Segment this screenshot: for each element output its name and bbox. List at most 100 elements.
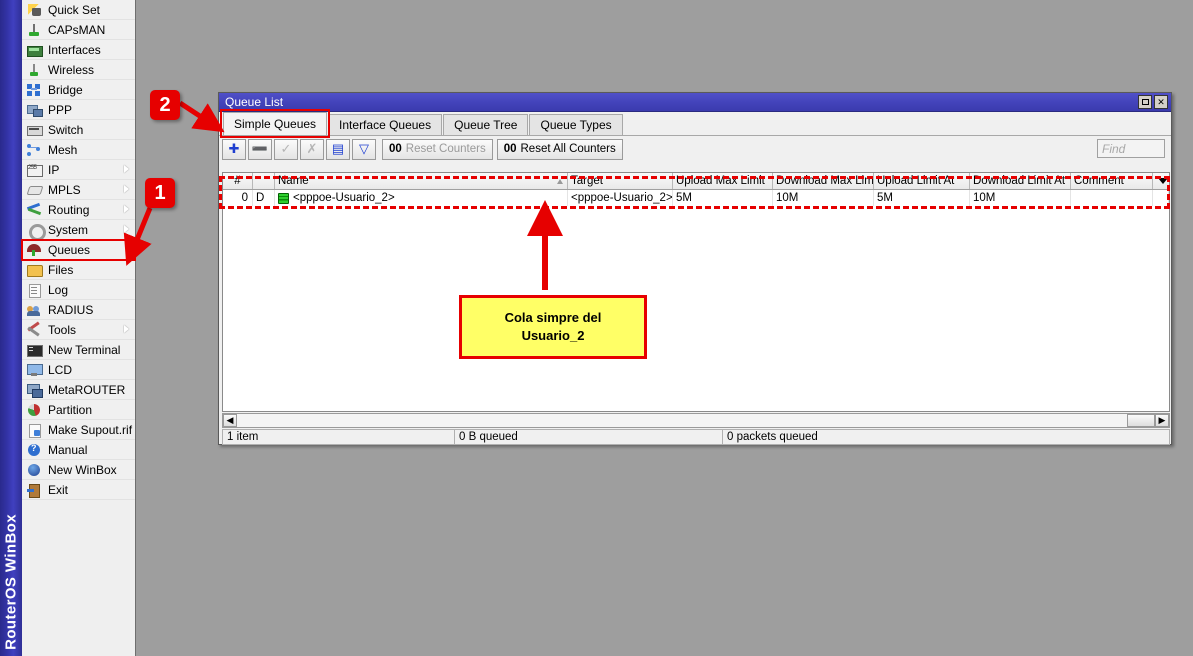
column-chooser-button[interactable] — [1153, 173, 1169, 189]
tab-label: Queue Types — [540, 118, 611, 132]
reset-all-counters-button[interactable]: 00 Reset All Counters — [497, 139, 623, 160]
column-header-flags[interactable] — [253, 173, 275, 189]
window-controls: ✕ — [1138, 95, 1168, 109]
sidebar-item-queues[interactable]: Queues — [22, 240, 135, 260]
chevron-right-icon — [124, 165, 129, 173]
column-header-label: Target — [571, 175, 603, 187]
scroll-right-icon[interactable]: ▶ — [1155, 414, 1169, 427]
remove-icon: ➖ — [252, 141, 268, 157]
comment-icon: ▤ — [332, 141, 344, 157]
queue-table-body: 0D<pppoe-Usuario_2><pppoe-Usuario_2>5M10… — [223, 190, 1169, 206]
tab-simple-queues[interactable]: Simple Queues — [223, 112, 327, 135]
column-header-upload-limit-at[interactable]: Upload Limit At — [874, 173, 970, 189]
column-header-[interactable]: # — [223, 173, 253, 189]
cell-filler — [1153, 190, 1169, 206]
find-input[interactable]: Find — [1097, 139, 1165, 158]
sidebar-item-capsman[interactable]: CAPsMAN — [22, 20, 135, 40]
sidebar-item-lcd[interactable]: LCD — [22, 360, 135, 380]
column-header-download-max-limit[interactable]: Download Max Limit — [773, 173, 874, 189]
filter-button[interactable]: ▽ — [352, 139, 376, 160]
sidebar-item-label: RADIUS — [48, 303, 93, 316]
comment-button[interactable]: ▤ — [326, 139, 350, 160]
queue-list-window: Queue List ✕ Simple QueuesInterface Queu… — [218, 92, 1172, 445]
queue-list-title-bar[interactable]: Queue List ✕ — [219, 93, 1171, 112]
sidebar-item-radius[interactable]: RADIUS — [22, 300, 135, 320]
switch-icon — [26, 122, 44, 138]
column-header-label: Upload Limit At — [877, 175, 954, 187]
capsman-icon — [26, 22, 44, 38]
enable-icon: ✓ — [281, 141, 292, 157]
winbox-brand-text: RouterOS WinBox — [3, 514, 20, 650]
manual-icon — [26, 442, 44, 458]
sidebar-item-label: Wireless — [48, 63, 94, 76]
reset-counters-button[interactable]: 00 Reset Counters — [382, 139, 493, 160]
column-header-label: Name — [278, 175, 309, 187]
sidebar-item-manual[interactable]: Manual — [22, 440, 135, 460]
sidebar-item-label: Partition — [48, 403, 92, 416]
metarouter-icon — [26, 382, 44, 398]
sidebar-item-make-supout-rif[interactable]: Make Supout.rif — [22, 420, 135, 440]
filter-icon: ▽ — [359, 141, 369, 157]
horizontal-scrollbar[interactable]: ◀ ▶ — [222, 413, 1170, 428]
sidebar-item-new-terminal[interactable]: New Terminal — [22, 340, 135, 360]
cell-text: D — [256, 192, 264, 204]
sidebar-item-switch[interactable]: Switch — [22, 120, 135, 140]
column-header-name[interactable]: Name — [275, 173, 568, 189]
sidebar-item-log[interactable]: Log — [22, 280, 135, 300]
cell-text: 10M — [973, 192, 995, 204]
add-button[interactable]: ✚ — [222, 139, 246, 160]
column-header-target[interactable]: Target — [568, 173, 673, 189]
column-header-upload-max-limit[interactable]: Upload Max Limit — [673, 173, 773, 189]
cell-download-max-limit: 10M — [773, 190, 874, 206]
queue-tabs: Simple QueuesInterface QueuesQueue Tree Q… — [219, 112, 1171, 136]
maximize-icon[interactable] — [1138, 95, 1152, 109]
chevron-right-icon — [124, 325, 129, 333]
reset-counters-label: Reset Counters — [406, 143, 486, 155]
sidebar-item-quick-set[interactable]: Quick Set — [22, 0, 135, 20]
queue-table: # Name Target Upload Max LimitDownload Max … — [222, 172, 1170, 412]
wireless-icon — [26, 62, 44, 78]
cell-name: <pppoe-Usuario_2> — [275, 190, 568, 206]
ip-icon — [26, 162, 44, 178]
new-winbox-icon — [26, 462, 44, 478]
column-header-comment[interactable]: Comment — [1071, 173, 1153, 189]
sidebar-item-ppp[interactable]: PPP — [22, 100, 135, 120]
sidebar-item-metarouter[interactable]: MetaROUTER — [22, 380, 135, 400]
window-title: Queue List — [225, 95, 283, 109]
sidebar-item-mpls[interactable]: MPLS — [22, 180, 135, 200]
scroll-track[interactable] — [237, 414, 1127, 427]
sidebar-item-new-winbox[interactable]: New WinBox — [22, 460, 135, 480]
tab-queue-types[interactable]: Queue Types — [529, 114, 622, 135]
cell-upload-limit-at: 5M — [874, 190, 970, 206]
scroll-thumb[interactable] — [1127, 414, 1155, 427]
sidebar-item-label: Bridge — [48, 83, 83, 96]
sidebar-item-exit[interactable]: Exit — [22, 480, 135, 500]
sidebar-item-interfaces[interactable]: Interfaces — [22, 40, 135, 60]
close-icon[interactable]: ✕ — [1154, 95, 1168, 109]
table-row[interactable]: 0D<pppoe-Usuario_2><pppoe-Usuario_2>5M10… — [223, 190, 1169, 206]
sidebar-item-label: MetaROUTER — [48, 383, 125, 396]
tab-queue-tree[interactable]: Queue Tree — [443, 114, 528, 135]
column-header-download-limit-at[interactable]: Download Limit At — [970, 173, 1071, 189]
sidebar-item-ip[interactable]: IP — [22, 160, 135, 180]
sidebar-item-partition[interactable]: Partition — [22, 400, 135, 420]
chevron-right-icon — [124, 185, 129, 193]
sidebar-item-bridge[interactable]: Bridge — [22, 80, 135, 100]
main-menu-sidebar: Quick SetCAPsMANInterfaces Wireless Bridge… — [22, 0, 136, 656]
lcd-icon — [26, 362, 44, 378]
sidebar-item-system[interactable]: System — [22, 220, 135, 240]
sidebar-item-wireless[interactable]: Wireless — [22, 60, 135, 80]
sidebar-item-mesh[interactable]: Mesh — [22, 140, 135, 160]
sidebar-item-label: Queues — [48, 243, 90, 256]
sidebar-item-files[interactable]: Files — [22, 260, 135, 280]
scroll-left-icon[interactable]: ◀ — [223, 414, 237, 427]
status-packets-queued: 0 packets queued — [722, 429, 1170, 445]
tools-icon — [26, 322, 44, 338]
queue-entry-icon — [278, 193, 289, 204]
tab-interface-queues[interactable]: Interface Queues — [328, 114, 442, 135]
sidebar-item-label: New WinBox — [48, 463, 117, 476]
sidebar-item-tools[interactable]: Tools — [22, 320, 135, 340]
add-icon: ✚ — [229, 141, 240, 157]
quick-set-icon — [26, 2, 44, 18]
sidebar-item-routing[interactable]: Routing — [22, 200, 135, 220]
